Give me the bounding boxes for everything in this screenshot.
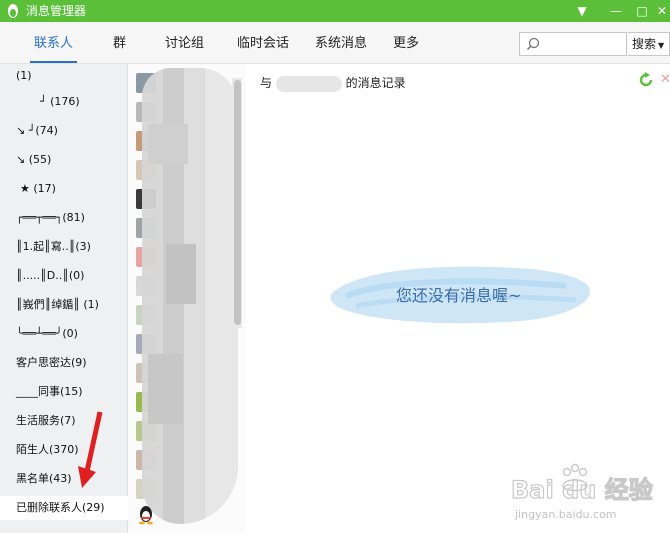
tab-contacts[interactable]: 联系人 xyxy=(29,35,78,63)
group-item[interactable]: ★ (17) xyxy=(0,177,128,201)
search-button-label: 搜索 xyxy=(632,37,657,51)
search-input[interactable] xyxy=(544,35,624,53)
menu-dropdown-button[interactable]: ▼ xyxy=(570,0,594,22)
tab-temp-chat[interactable]: 临时会话 xyxy=(237,35,289,53)
tab-system-messages[interactable]: 系统消息 xyxy=(315,35,367,53)
group-item-selected[interactable]: 已删除联系人(29) xyxy=(0,496,128,520)
header-suffix: 的消息记录 xyxy=(345,76,406,90)
tab-discussion[interactable]: 讨论组 xyxy=(165,35,204,53)
scrollbar-thumb[interactable] xyxy=(234,80,241,325)
search-button[interactable]: 搜索 ▼ xyxy=(628,32,670,56)
group-item[interactable]: ║1.起║寫..║(3) xyxy=(0,235,128,259)
qq-penguin-icon xyxy=(8,4,18,18)
group-item[interactable]: ║.....║D..║(0) xyxy=(0,264,128,288)
blur-block xyxy=(166,244,196,304)
contact-group-list: (1) ┘ (176) ↘ ┘(74) ↘ (55) ★ (17) ┌══┬══… xyxy=(0,64,128,533)
search-box[interactable] xyxy=(519,32,627,56)
tab-more[interactable]: 更多 xyxy=(393,35,419,53)
group-item[interactable]: ╰══┴══╯(0) xyxy=(0,322,128,346)
baidu-watermark: Bai du 经验 jingyan.baidu.com xyxy=(510,463,653,521)
contact-list xyxy=(128,64,246,533)
chevron-down-icon: ▼ xyxy=(658,41,665,50)
watermark-url: jingyan.baidu.com xyxy=(514,508,617,521)
blur-block xyxy=(148,354,182,424)
group-item[interactable]: ┌══┬══┐(81) xyxy=(0,206,128,230)
group-item[interactable]: (1) xyxy=(0,64,128,88)
group-item[interactable]: ↘ ┘(74) xyxy=(0,119,128,143)
blur-block xyxy=(148,124,188,164)
close-icon[interactable]: ✕ xyxy=(660,72,670,87)
close-button[interactable]: ✕ xyxy=(650,0,670,22)
header-prefix: 与 xyxy=(260,76,273,90)
toolbar: 联系人 群 讨论组 临时会话 系统消息 更多 搜索 ▼ xyxy=(0,22,670,64)
group-item[interactable]: ┘ (176) xyxy=(0,90,128,114)
group-item[interactable]: 黑名单(43) xyxy=(0,467,128,491)
qq-penguin-icon xyxy=(139,506,153,525)
group-item[interactable]: 陌生人(370) xyxy=(0,438,128,462)
group-item[interactable]: ↘ (55) xyxy=(0,148,128,172)
watermark-brand: Bai du 经验 xyxy=(511,476,653,504)
minimize-button[interactable]: — xyxy=(604,0,628,22)
group-item[interactable]: 生活服务(7) xyxy=(0,409,128,433)
message-record-header: 与 的消息记录 xyxy=(260,74,406,92)
red-arrow-annotation xyxy=(78,411,103,488)
window-title: 消息管理器 xyxy=(26,4,87,18)
empty-message-text: 您还没有消息喔~ xyxy=(396,286,522,305)
blurred-contact-name xyxy=(275,75,342,92)
group-item[interactable]: ____同事(15) xyxy=(0,380,128,404)
title-bar: 消息管理器 ▼ — □ ✕ xyxy=(0,0,670,22)
group-item[interactable]: 客户思密达(9) xyxy=(0,351,128,375)
group-item[interactable]: ║峩們║绰鍎║ (1) xyxy=(0,293,128,317)
tab-groups[interactable]: 群 xyxy=(113,35,126,53)
search-icon xyxy=(526,37,540,51)
refresh-icon[interactable] xyxy=(638,72,654,88)
